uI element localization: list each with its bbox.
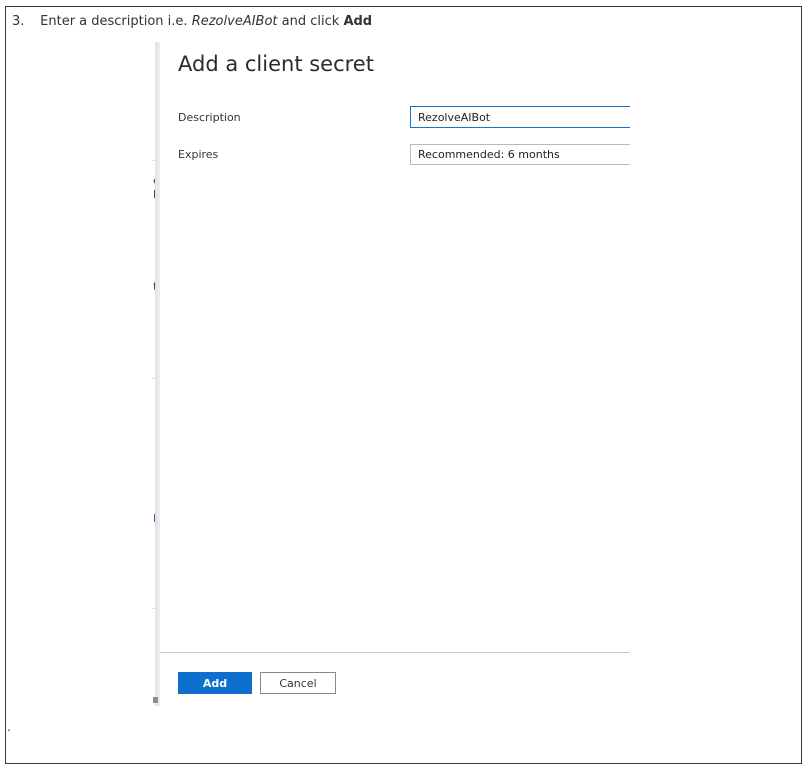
expires-select[interactable]: Recommended: 6 months: [410, 144, 630, 165]
description-label: Description: [178, 111, 241, 124]
cancel-button[interactable]: Cancel: [260, 672, 336, 694]
step-example: RezolveAIBot: [191, 14, 278, 29]
description-input[interactable]: [410, 106, 630, 128]
client-secret-panel: Add a client secret Description Expires …: [160, 42, 630, 706]
step-text-middle: and click: [281, 14, 340, 29]
panel-title: Add a client secret: [178, 52, 374, 76]
instruction-step: 3. Enter a description i.e. RezolveAIBot…: [12, 14, 372, 29]
footer-divider: [160, 652, 630, 653]
step-text-prefix: Enter a description i.e.: [40, 14, 188, 29]
scrollbar-stub[interactable]: [153, 697, 158, 703]
add-button[interactable]: Add: [178, 672, 252, 694]
expires-label: Expires: [178, 148, 219, 161]
step-action: Add: [343, 14, 373, 29]
embedded-screenshot: er l. t p Add a client secret Descriptio…: [152, 42, 630, 706]
stray-period: .: [7, 720, 11, 734]
step-number: 3.: [12, 14, 25, 29]
